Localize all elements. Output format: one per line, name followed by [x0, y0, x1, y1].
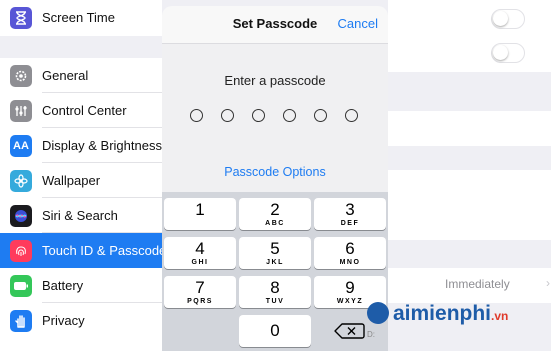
sidebar-item-label: General: [42, 68, 89, 83]
key-7[interactable]: 7 PQRS: [164, 276, 236, 308]
passcode-dot: [221, 109, 234, 122]
fingerprint-icon: [10, 239, 32, 262]
detail-row: [388, 170, 551, 205]
sidebar-item-screen-time[interactable]: Screen Time: [0, 0, 162, 35]
key-letters: GHI: [191, 259, 209, 266]
siri-icon: [10, 204, 32, 227]
passcode-dot: [283, 109, 296, 122]
passcode-dot: [314, 109, 327, 122]
toggle-switch[interactable]: [491, 43, 525, 63]
watermark-brand: aimienphi.vn: [393, 302, 508, 326]
key-digit: 7: [195, 278, 205, 297]
detail-group-toggles: [388, 0, 551, 72]
key-digit: 1: [195, 200, 205, 219]
key-digit: 5: [270, 239, 280, 258]
watermark-tld: .vn: [491, 309, 509, 323]
numeric-keypad: 1 2 ABC 3 DEF 4 GHI 5 JKL 6 MNO 7 PQRS 8: [162, 192, 388, 351]
sidebar-item-label: Wallpaper: [42, 173, 101, 188]
key-8[interactable]: 8 TUV: [239, 276, 311, 308]
key-letters: TUV: [265, 298, 285, 305]
key-digit: 0: [270, 321, 280, 340]
settings-sidebar: Screen Time General Control Center AA Di…: [0, 0, 166, 351]
chevron-right-icon: ›: [546, 276, 550, 290]
key-letters: JKL: [266, 259, 284, 266]
flower-icon: [10, 169, 32, 192]
sheet-header: Set Passcode Cancel: [162, 6, 388, 44]
sidebar-item-label: Control Center: [42, 103, 127, 118]
hand-icon: [10, 309, 32, 332]
passcode-options-link[interactable]: Passcode Options: [162, 165, 388, 179]
sidebar-item-label: Siri & Search: [42, 208, 118, 223]
toggle-switch[interactable]: [491, 9, 525, 29]
key-digit: 3: [345, 200, 355, 219]
sliders-icon: [10, 99, 32, 122]
sidebar-item-touch-id-passcode[interactable]: Touch ID & Passcode: [0, 233, 166, 268]
sidebar-item-label: Screen Time: [42, 10, 115, 25]
watermark-tiny-text: D:: [367, 330, 375, 339]
sidebar-item-privacy[interactable]: Privacy: [0, 303, 162, 338]
sidebar-group-gap: [0, 36, 162, 58]
passcode-prompt: Enter a passcode: [224, 73, 326, 88]
sidebar-item-battery[interactable]: Battery: [0, 268, 162, 303]
detail-row: [388, 111, 551, 146]
sidebar-item-general[interactable]: General: [0, 58, 162, 93]
sidebar-item-siri-search[interactable]: Siri & Search: [0, 198, 162, 233]
key-5[interactable]: 5 JKL: [239, 237, 311, 269]
key-3[interactable]: 3 DEF: [314, 198, 386, 230]
sidebar-item-control-center[interactable]: Control Center: [0, 93, 162, 128]
set-passcode-sheet: Set Passcode Cancel Enter a passcode Pas…: [162, 6, 388, 351]
require-passcode-value: Immediately: [445, 277, 510, 291]
key-letters: ABC: [265, 220, 285, 227]
passcode-dot: [345, 109, 358, 122]
key-6[interactable]: 6 MNO: [314, 237, 386, 269]
battery-icon: [10, 274, 32, 297]
key-letters: MNO: [339, 259, 361, 266]
passcode-dot: [252, 109, 265, 122]
aa-icon: AA: [10, 134, 32, 157]
hourglass-icon: [10, 6, 32, 29]
sidebar-item-label: Battery: [42, 278, 84, 293]
key-1[interactable]: 1: [164, 198, 236, 230]
sidebar-item-display-brightness[interactable]: AA Display & Brightness: [0, 128, 162, 163]
watermark-circle: [367, 302, 389, 324]
sidebar-item-label: Touch ID & Passcode: [42, 243, 167, 258]
cancel-button[interactable]: Cancel: [338, 16, 378, 31]
detail-row: [388, 205, 551, 240]
gear-icon: [10, 64, 32, 87]
passcode-dot: [190, 109, 203, 122]
key-letters: PQRS: [187, 298, 213, 305]
sidebar-item-label: Privacy: [42, 313, 85, 328]
key-0[interactable]: 0: [239, 315, 311, 347]
sidebar-item-wallpaper[interactable]: Wallpaper: [0, 163, 162, 198]
watermark-brand-text: aimienphi: [393, 302, 492, 325]
key-4[interactable]: 4 GHI: [164, 237, 236, 269]
key-digit: 4: [195, 239, 205, 258]
key-letters: DEF: [340, 220, 360, 227]
passcode-dots: [190, 109, 360, 123]
key-digit: 8: [270, 278, 280, 297]
key-digit: 2: [270, 200, 280, 219]
key-2[interactable]: 2 ABC: [239, 198, 311, 230]
watermark-logo: aimienphi.vn D:: [363, 296, 551, 351]
key-digit: 6: [345, 239, 355, 258]
key-digit: 9: [345, 278, 355, 297]
sidebar-item-label: Display & Brightness: [42, 138, 162, 153]
